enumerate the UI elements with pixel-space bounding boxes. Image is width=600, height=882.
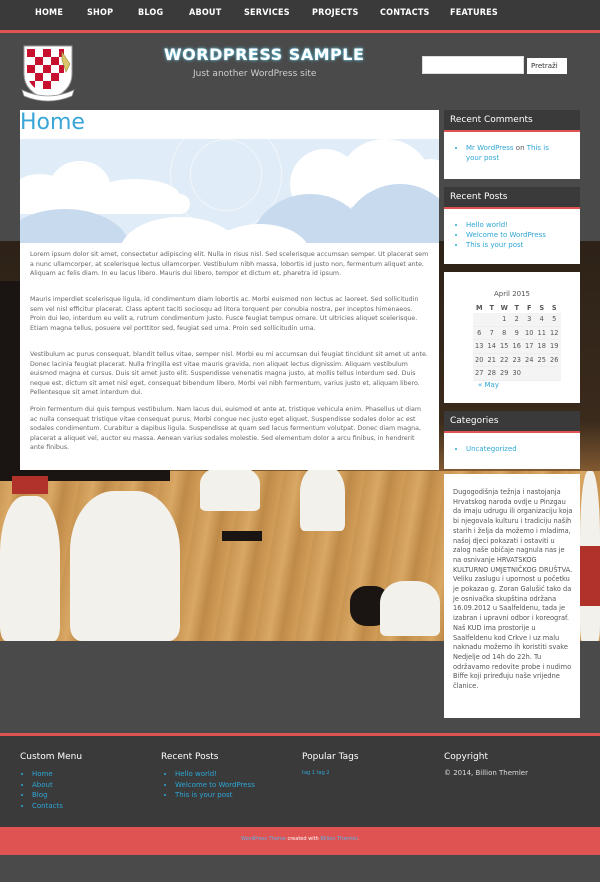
croatian-coat-of-arms-logo[interactable]	[18, 42, 78, 102]
footer-menu-link[interactable]: Blog	[32, 790, 63, 801]
calendar-day: 28	[485, 366, 498, 381]
widget-recent-posts: Recent Posts Hello world! Welcome to Wor…	[444, 187, 580, 264]
footer-menu-link[interactable]: About	[32, 780, 63, 791]
calendar-day	[473, 313, 486, 327]
content-paragraph-3: Vestibulum ac purus consequat, blandit t…	[30, 351, 428, 397]
footer-menu-link[interactable]: Home	[32, 769, 63, 780]
content-paragraph-2: Mauris imperdiet scelerisque ligula, id …	[30, 296, 419, 332]
widget-title: Recent Posts	[444, 187, 580, 209]
credits-text: WordPress Theme created with Billion The…	[241, 836, 359, 842]
page-title: Home	[20, 110, 85, 135]
calendar-day	[548, 366, 561, 381]
themler-credit-link[interactable]: Billion Themler	[320, 836, 357, 842]
widget-calendar: April 2015 M T W T F S S 1 2 3 4 5 6 7 8…	[444, 272, 580, 403]
widget-recent-comments: Recent Comments Mr WordPress on This is …	[444, 110, 580, 179]
calendar-day: 7	[485, 326, 498, 340]
content-paragraph-1: Lorem ipsum dolor sit amet, consectetur …	[30, 251, 429, 278]
site-title[interactable]: WORDPRESS SAMPLE	[164, 45, 364, 64]
widget-about-text: Dugogodišnja težnja i nastojanja Hrvatsk…	[444, 474, 580, 718]
nav-item-blog[interactable]: BLOG	[138, 8, 163, 18]
calendar-day: 6	[473, 326, 486, 340]
nav-item-home[interactable]: HOME	[35, 8, 63, 18]
content-paragraph-4: Proin fermentum dui quis tempus vestibul…	[30, 406, 422, 452]
footer-post-link[interactable]: This is your post	[175, 790, 255, 801]
comment-on-text: on	[515, 144, 525, 152]
nav-item-contacts[interactable]: CONTACTS	[380, 8, 430, 18]
calendar-day: 23	[510, 353, 523, 367]
calendar-day: 30	[510, 366, 523, 381]
footer-post-link[interactable]: Welcome to WordPress	[175, 780, 255, 791]
calendar-day: 12	[548, 326, 561, 340]
copyright-text: © 2014, Billion Themler	[444, 769, 528, 777]
about-society-text: Dugogodišnja težnja i nastojanja Hrvatsk…	[453, 488, 573, 691]
calendar-day: 29	[498, 366, 511, 381]
calendar-day: 20	[473, 353, 486, 367]
calendar-day: 15	[498, 339, 511, 354]
nav-item-services[interactable]: SERVICES	[244, 8, 290, 18]
calendar-day: 4	[535, 313, 548, 327]
footer-custom-menu-title: Custom Menu	[20, 752, 83, 762]
calendar-day: 19	[548, 339, 561, 354]
calendar-day: 27	[473, 366, 486, 381]
calendar-day	[485, 313, 498, 327]
footer-menu-link[interactable]: Contacts	[32, 801, 63, 812]
widget-title: Recent Comments	[444, 110, 580, 132]
nav-item-projects[interactable]: PROJECTS	[312, 8, 359, 18]
calendar-day	[523, 366, 536, 381]
calendar-prev-link[interactable]: « May	[478, 381, 499, 389]
category-link[interactable]: Uncategorized	[466, 444, 517, 454]
calendar-month-title: April 2015	[493, 290, 531, 298]
theme-credit-link[interactable]: WordPress Theme	[241, 836, 286, 842]
calendar-day	[535, 366, 548, 381]
comment-author-link[interactable]: Mr WordPress	[466, 144, 514, 152]
recent-post-link[interactable]: This is your post	[466, 240, 546, 250]
calendar-day: 18	[535, 339, 548, 354]
footer-recent-posts-title: Recent Posts	[161, 752, 219, 762]
tag-link[interactable]: tag 2	[317, 770, 330, 776]
footer-tag-cloud: tag 1 tag 2	[302, 770, 330, 776]
recent-post-link[interactable]: Welcome to WordPress	[466, 230, 546, 240]
calendar-day: 21	[485, 353, 498, 367]
comment-item: Mr WordPress on This is your post	[466, 143, 566, 163]
calendar-day: 16	[510, 339, 523, 354]
calendar-table: M T W T F S S 1 2 3 4 5 6 7 8 9 10 11 12…	[473, 302, 561, 381]
calendar-day: 3	[523, 313, 536, 327]
calendar-day: 26	[548, 353, 561, 367]
footer-post-link[interactable]: Hello world!	[175, 769, 255, 780]
calendar-day: 2	[510, 313, 523, 327]
site-footer	[0, 736, 600, 827]
nav-item-features[interactable]: FEATURES	[450, 8, 498, 18]
search-input[interactable]	[422, 56, 524, 74]
site-tagline: Just another WordPress site	[193, 69, 317, 79]
calendar-day: 17	[523, 339, 536, 354]
calendar-day: 11	[535, 326, 548, 340]
search-button[interactable]: Pretraži	[527, 58, 567, 74]
calendar-day: 8	[498, 326, 511, 340]
top-navigation: HOME SHOP BLOG ABOUT SERVICES PROJECTS C…	[0, 0, 600, 30]
calendar-day: 14	[485, 339, 498, 354]
calendar-day: 1	[498, 313, 511, 327]
page-bottom	[0, 855, 600, 882]
sky-clouds-banner	[20, 139, 439, 243]
calendar-day: 9	[510, 326, 523, 340]
nav-item-shop[interactable]: SHOP	[87, 8, 113, 18]
widget-title: Categories	[444, 411, 580, 433]
calendar-day: 10	[523, 326, 536, 340]
nav-item-about[interactable]: ABOUT	[189, 8, 221, 18]
calendar-day: 25	[535, 353, 548, 367]
calendar-day: 5	[548, 313, 561, 327]
tag-link[interactable]: tag 1	[302, 770, 315, 776]
calendar-day: 22	[498, 353, 511, 367]
footer-copyright-title: Copyright	[444, 752, 488, 762]
footer-tags-title: Popular Tags	[302, 752, 359, 762]
calendar-day: 24	[523, 353, 536, 367]
recent-post-link[interactable]: Hello world!	[466, 220, 546, 230]
widget-categories: Categories Uncategorized	[444, 411, 580, 469]
calendar-day: 13	[473, 339, 486, 354]
